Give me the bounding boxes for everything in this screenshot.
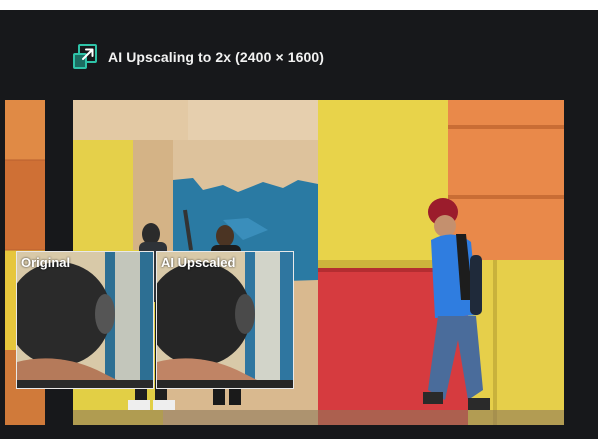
bottom-strip bbox=[0, 425, 598, 439]
original-label: Original bbox=[21, 255, 71, 270]
header: AI Upscaling to 2x (2400 × 1600) bbox=[72, 44, 324, 70]
page-title: AI Upscaling to 2x (2400 × 1600) bbox=[108, 49, 325, 65]
comparison-inset[interactable]: Original AI Upscaled bbox=[16, 251, 295, 389]
upscale-icon bbox=[73, 44, 97, 69]
original-pane: Original bbox=[16, 251, 154, 389]
upscaled-pane: AI Upscaled bbox=[156, 251, 294, 389]
original-zoom-art bbox=[17, 252, 153, 388]
upscaled-zoom-art bbox=[157, 252, 293, 388]
top-edge bbox=[0, 0, 604, 10]
right-edge bbox=[598, 10, 604, 439]
upscaled-label: AI Upscaled bbox=[161, 255, 236, 270]
